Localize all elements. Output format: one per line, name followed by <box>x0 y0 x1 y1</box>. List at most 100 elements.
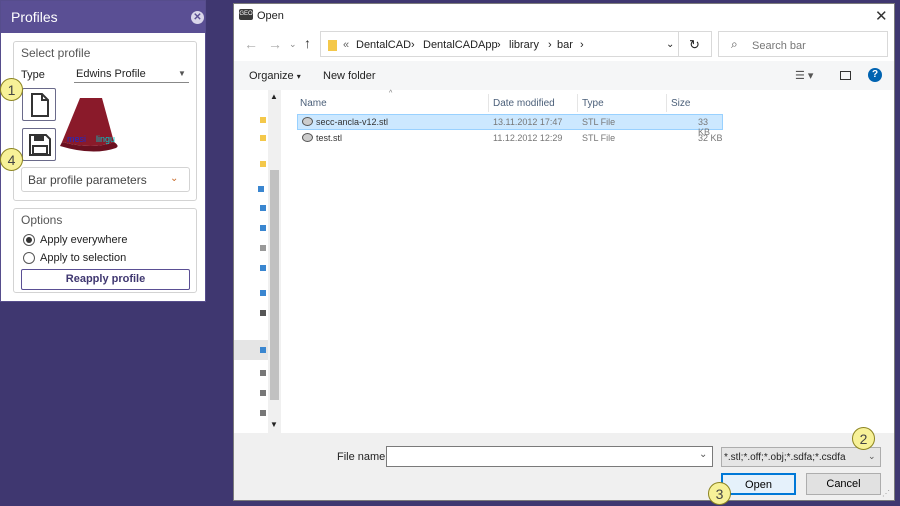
dialog-footer: File name: ⌄ *.stl;*.off;*.obj;*.sdfa;*.… <box>234 433 894 500</box>
cancel-button[interactable]: Cancel <box>806 473 881 495</box>
column-size[interactable]: Size <box>671 98 690 109</box>
apply-selection-radio[interactable] <box>23 252 35 264</box>
profiles-title: Profiles <box>11 9 58 25</box>
save-icon <box>29 134 51 156</box>
select-profile-label: Select profile <box>21 46 91 60</box>
divider <box>678 32 679 56</box>
download-icon[interactable] <box>260 265 266 271</box>
open-button[interactable]: Open <box>721 473 796 495</box>
document-icon <box>31 93 49 117</box>
drive-icon[interactable] <box>260 410 266 416</box>
address-bar[interactable]: « DentalCAD › DentalCADApp › library › b… <box>320 31 712 57</box>
resize-grip-icon[interactable]: ⋰ <box>882 489 890 498</box>
bar-params-label: Bar profile parameters <box>28 173 147 187</box>
chevron-up-icon[interactable]: ▲ <box>270 92 278 101</box>
file-name: secc-ancla-v12.stl <box>316 117 389 127</box>
options-group: Options Apply everywhere Apply to select… <box>13 208 197 293</box>
reapply-profile-button[interactable]: Reapply profile <box>21 269 190 290</box>
drive-icon[interactable] <box>260 205 266 211</box>
organize-button[interactable]: Organize ▾ <box>249 70 301 82</box>
column-divider[interactable] <box>577 94 578 112</box>
preview-pane-icon[interactable] <box>840 71 851 80</box>
filename-label: File name: <box>337 451 389 463</box>
folder-icon <box>328 40 337 51</box>
stl-file-icon <box>302 117 313 126</box>
apply-everywhere-label: Apply everywhere <box>40 234 128 246</box>
organize-label: Organize <box>249 70 294 82</box>
search-placeholder: Search bar <box>752 40 806 52</box>
file-size: 32 KB <box>698 133 723 143</box>
refresh-icon[interactable]: ↻ <box>689 37 700 53</box>
preview-label-mesial: mesi <box>67 134 87 144</box>
column-divider[interactable] <box>488 94 489 112</box>
chevron-down-icon[interactable]: ⌄ <box>699 449 707 460</box>
drive-icon[interactable] <box>260 290 266 296</box>
chevron-right-icon: › <box>580 39 584 51</box>
nav-scrollbar[interactable]: ▲ ▼ <box>268 90 281 433</box>
dialog-title: Open <box>257 10 284 22</box>
type-label: Type <box>21 69 45 81</box>
select-profile-group: Select profile Type Edwins Profile ▼ mes… <box>13 41 197 201</box>
column-name[interactable]: Name <box>300 98 327 109</box>
column-type[interactable]: Type <box>582 98 604 109</box>
filename-input[interactable]: ⌄ <box>386 446 713 467</box>
app-icon: GEO <box>239 9 253 20</box>
view-options-icon[interactable]: ☰ ▾ <box>795 69 813 82</box>
annotation-2-badge: 2 <box>852 427 875 450</box>
drive-icon[interactable] <box>260 310 266 316</box>
chevron-right-icon: › <box>411 39 415 51</box>
chevron-down-icon[interactable]: ▼ <box>270 420 278 429</box>
drive-icon[interactable] <box>260 390 266 396</box>
apply-selection-label: Apply to selection <box>40 252 127 264</box>
apply-everywhere-radio[interactable] <box>23 234 35 246</box>
annotation-1-badge: 1 <box>0 78 23 101</box>
new-profile-button[interactable] <box>22 88 56 121</box>
file-name: test.stl <box>316 133 343 143</box>
back-arrow-icon[interactable]: ← <box>244 36 258 52</box>
file-row[interactable]: test.stl 11.12.2012 12:29 STL File 32 KB <box>297 130 723 146</box>
breadcrumb-library[interactable]: library <box>509 39 539 51</box>
annotation-4-badge: 4 <box>0 148 23 171</box>
file-type-filter[interactable]: *.stl;*.off;*.obj;*.sdfa;*.csdfa ⌄ <box>721 447 881 467</box>
file-type: STL File <box>582 117 616 127</box>
breadcrumb-dentalcad[interactable]: DentalCAD <box>356 39 411 51</box>
folder-icon[interactable] <box>260 135 266 141</box>
up-arrow-icon[interactable]: ↑ <box>304 35 311 51</box>
bar-params-dropdown[interactable]: Bar profile parameters ⌄ <box>21 167 190 192</box>
chevron-down-icon: ⌄ <box>868 451 876 461</box>
forward-arrow-icon[interactable]: → <box>268 36 282 52</box>
breadcrumb-overflow[interactable]: « <box>343 39 349 51</box>
annotation-3-badge: 3 <box>708 482 731 505</box>
nav-scrollbar-thumb[interactable] <box>270 170 279 400</box>
breadcrumb-bar[interactable]: bar <box>557 39 573 51</box>
new-folder-button[interactable]: New folder <box>323 70 376 82</box>
chevron-right-icon: › <box>548 39 552 51</box>
recent-locations-icon[interactable]: ⌄ <box>289 39 297 50</box>
file-date: 11.12.2012 12:29 <box>493 133 563 143</box>
toolbar: Organize ▾ New folder ☰ ▾ ? <box>234 61 894 90</box>
breadcrumb-dentalcadapp[interactable]: DentalCADApp <box>423 39 498 51</box>
chevron-down-icon[interactable]: ⌄ <box>666 39 674 50</box>
options-label: Options <box>21 213 63 227</box>
network-icon[interactable] <box>260 347 266 353</box>
save-profile-button[interactable] <box>22 128 56 161</box>
column-date[interactable]: Date modified <box>493 98 555 109</box>
help-icon[interactable]: ? <box>868 68 882 82</box>
close-icon[interactable]: ✕ <box>191 11 204 24</box>
type-dropdown[interactable]: Edwins Profile ▼ <box>74 66 189 83</box>
drive-icon[interactable] <box>260 370 266 376</box>
pc-icon[interactable] <box>258 186 264 192</box>
drive-icon[interactable] <box>260 225 266 231</box>
chevron-down-icon: ▾ <box>296 72 301 81</box>
column-divider[interactable] <box>666 94 667 112</box>
search-input[interactable]: ⌕ Search bar <box>718 31 888 57</box>
close-icon[interactable]: ✕ <box>875 7 888 25</box>
folder-icon[interactable] <box>260 117 266 123</box>
drive-icon[interactable] <box>260 245 266 251</box>
file-type: STL File <box>582 133 616 143</box>
open-dialog: GEO Open ✕ ← → ⌄ ↑ « DentalCAD › DentalC… <box>233 3 895 501</box>
folder-icon[interactable] <box>260 161 266 167</box>
file-row[interactable]: secc-ancla-v12.stl 13.11.2012 17:47 STL … <box>297 114 723 137</box>
profile-preview-image <box>60 98 118 152</box>
chevron-right-icon: › <box>497 39 501 51</box>
